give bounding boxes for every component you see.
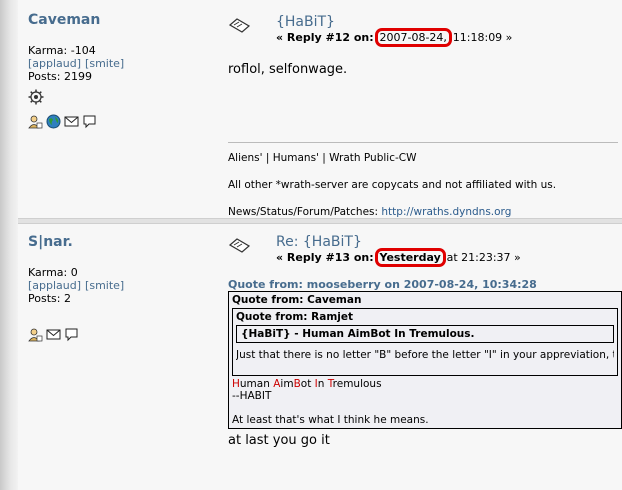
karma: Karma: -104: [28, 44, 96, 57]
sig-line-2: All other *wrath-server are copycats and…: [228, 179, 557, 191]
nested-quote: Quote from: Ramjet {HaBiT} - Human AimBo…: [232, 308, 618, 376]
topic-icon: [228, 16, 252, 38]
post-time: 11:18:09 »: [452, 31, 513, 44]
pm-icon[interactable]: [64, 327, 79, 342]
poster-info: Caveman Karma: -104 [applaud] [smite] Pos…: [28, 12, 218, 129]
post-body: at last you go it: [228, 433, 330, 448]
habit-line: --HABIT: [232, 390, 272, 402]
post-count: Posts: 2199: [28, 70, 92, 83]
post-body: roflol, selfonwage.: [228, 62, 348, 77]
poster-name[interactable]: Caveman: [28, 12, 218, 28]
globe-icon[interactable]: [46, 114, 61, 129]
forum-post: S|nar. Karma: 0 [applaud] [smite] Posts: …: [18, 224, 622, 490]
email-icon[interactable]: [46, 327, 61, 342]
reply-number: « Reply #13 on:: [276, 251, 374, 264]
quoted-title: {HaBiT} - Human AimBot In Tremulous.: [236, 325, 614, 343]
topic-icon: [228, 236, 252, 258]
pm-icon[interactable]: [82, 114, 97, 129]
quote-block: Quote from: Caveman Quote from: Ramjet {…: [228, 291, 622, 429]
post-content: {HaBiT} « Reply #12 on: 2007-08-24, 11:1…: [228, 14, 622, 77]
smite-link[interactable]: [smite]: [85, 57, 124, 70]
karma: Karma: 0: [28, 266, 78, 279]
quoted-letter-line: Just that there is no letter "B" before …: [236, 349, 614, 361]
applaud-link[interactable]: [applaud]: [28, 57, 81, 70]
post-date: Yesterday: [374, 248, 446, 267]
post-time: at 21:23:37 »: [446, 251, 521, 264]
think-line: At least that's what I think he means.: [232, 414, 429, 426]
gear-icon: [28, 89, 218, 108]
quote-from-ramjet: Quote from: Ramjet: [236, 311, 354, 323]
quote-from-caveman: Quote from: Caveman: [232, 294, 362, 306]
acronym-line: Human AimBot In Tremulous: [232, 378, 382, 390]
sig-line-3-label: News/Status/Forum/Patches:: [228, 206, 379, 218]
smite-link[interactable]: [smite]: [85, 279, 124, 292]
profile-icon[interactable]: [28, 327, 43, 342]
sig-line-1: Aliens' | Humans' | Wrath Public-CW: [228, 152, 417, 164]
poster-name[interactable]: S|nar.: [28, 234, 218, 250]
sig-link[interactable]: http://wraths.dyndns.org: [381, 206, 511, 218]
poster-info: S|nar. Karma: 0 [applaud] [smite] Posts: …: [28, 234, 218, 342]
reply-number: « Reply #12 on:: [276, 31, 374, 44]
profile-icon[interactable]: [28, 114, 43, 129]
quote-header[interactable]: Quote from: mooseberry on 2007-08-24, 10…: [228, 278, 622, 291]
forum-post: Caveman Karma: -104 [applaud] [smite] Pos…: [18, 0, 622, 218]
left-edge-shadow: [0, 0, 18, 490]
applaud-link[interactable]: [applaud]: [28, 279, 81, 292]
post-content: Re: {HaBiT} « Reply #13 on: Yesterday at…: [228, 234, 622, 448]
post-count: Posts: 2: [28, 292, 71, 305]
post-date: 2007-08-24,: [374, 28, 452, 47]
email-icon[interactable]: [64, 114, 79, 129]
